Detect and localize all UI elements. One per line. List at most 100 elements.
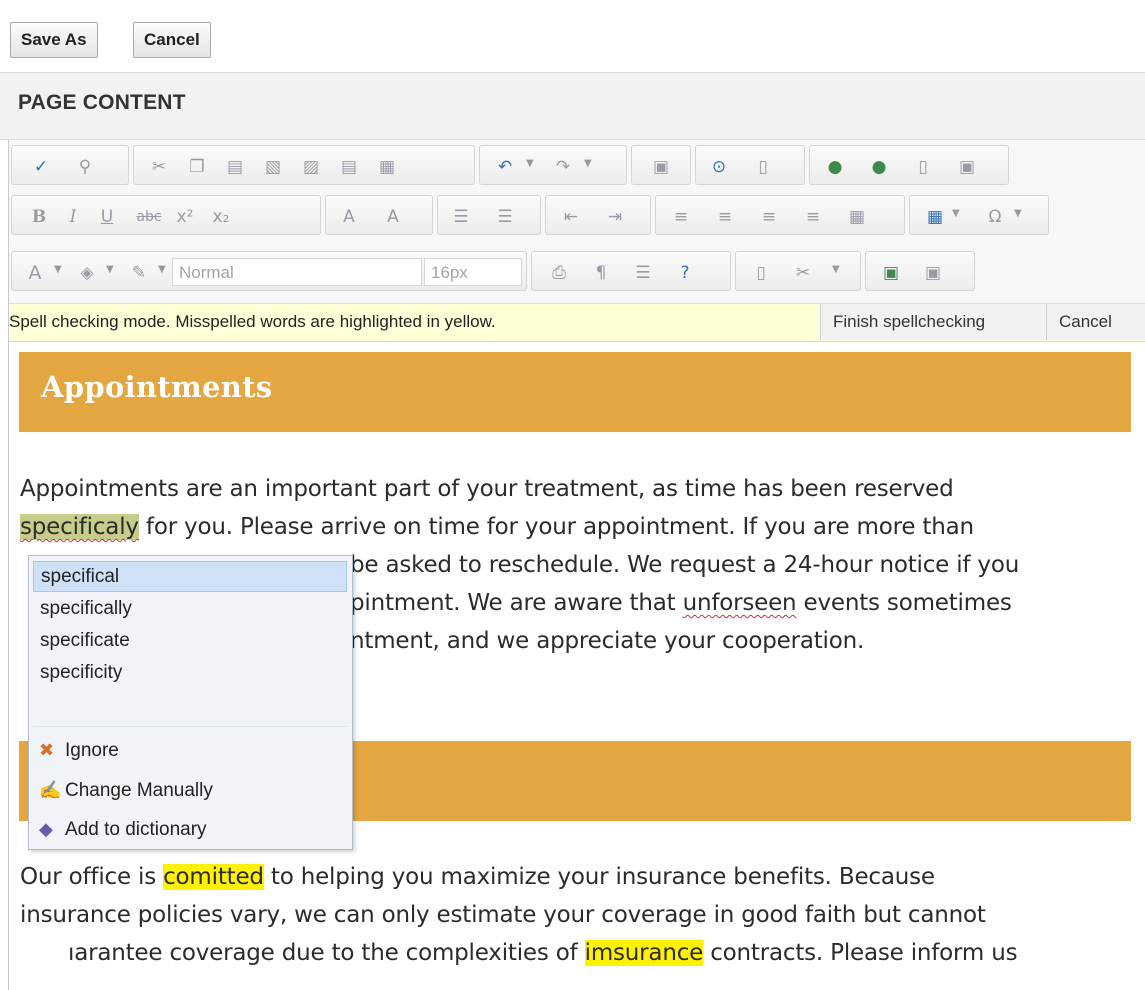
change-manually-label: Change Manually <box>65 780 213 801</box>
gallery-icon[interactable]: ▣ <box>922 262 944 284</box>
pencil-icon: ✍ <box>39 780 62 800</box>
spellcheck-message: Spell checking mode. Misspelled words ar… <box>9 312 496 331</box>
font-size-dropdown[interactable]: 16px <box>424 258 522 286</box>
find-icon[interactable]: ⚲ <box>74 156 96 178</box>
undo-icon[interactable]: ↶ <box>494 156 516 178</box>
font-color-icon[interactable]: A <box>24 262 46 284</box>
anchor-icon[interactable]: ▯ <box>912 156 934 178</box>
toolbar-group-clipboard: ✂ ❐ ▤ ▧ ▨ ▤ ▦ <box>133 145 475 185</box>
spellcheck-icon[interactable]: ✓ <box>30 156 52 178</box>
save-as-button[interactable]: Save As <box>10 22 98 58</box>
change-manually-menu-item[interactable]: ✍ Change Manually <box>39 774 213 806</box>
toolbar-row-1: ✓ ⚲ ✂ ❐ ▤ ▧ ▨ ▤ ▦ ↶ ▼ ↷ ▼ ▣ ⊙ ▯ ● ● ▯ ▣ <box>9 140 1145 190</box>
misspelled-word[interactable]: imsurance <box>584 940 703 966</box>
underline-icon[interactable]: U <box>96 206 118 228</box>
text-segment: for you. Please arrive on time for your … <box>138 514 974 540</box>
strikethrough-icon[interactable]: abc <box>132 206 166 228</box>
superscript-icon[interactable]: x² <box>174 206 196 228</box>
help-icon[interactable]: ? <box>674 262 696 284</box>
toolbar-group-alignment: ≡ ≡ ≡ ≡ ▦ <box>655 195 905 235</box>
convert-upper-icon[interactable]: A <box>382 206 404 228</box>
snippet-dropdown-icon[interactable]: ▼ <box>832 264 840 275</box>
toolbar-row-3: A ▼ ◈ ▼ ✎ ▼ Normal 16px ⎙ ¶ ☰ ? ▯ ✂ ▼ ▣ … <box>9 246 1145 303</box>
text-segment: events sometimes <box>796 590 1012 616</box>
table-dropdown-icon[interactable]: ▼ <box>952 208 960 219</box>
toolbar-group-history: ↶ ▼ ↷ ▼ <box>479 145 627 185</box>
toolbar-group-proofing: ✓ ⚲ <box>11 145 129 185</box>
paste-as-icon[interactable]: ▦ <box>376 156 398 178</box>
outdent-icon[interactable]: ⇤ <box>560 206 582 228</box>
bold-icon[interactable]: B <box>28 206 50 228</box>
font-color-dropdown-icon[interactable]: ▼ <box>54 264 62 275</box>
ignore-menu-item[interactable]: ✖ Ignore <box>39 734 119 766</box>
toolbar-row-2: B I U abc x² x₂ A A ☰ ☰ ⇤ ⇥ ≡ ≡ ≡ ≡ ▦ ▦ … <box>9 190 1145 246</box>
suggestion-item[interactable]: specificity <box>33 657 347 688</box>
cut-icon[interactable]: ✂ <box>148 156 170 178</box>
unlink-icon[interactable]: ● <box>868 156 890 178</box>
undo-dropdown-icon[interactable]: ▼ <box>526 158 534 169</box>
snippet-icon[interactable]: ✂ <box>792 262 814 284</box>
insert-icon[interactable]: ▣ <box>880 262 902 284</box>
redo-icon[interactable]: ↷ <box>552 156 574 178</box>
paste-plain-icon[interactable]: ▤ <box>338 156 360 178</box>
symbol-dropdown-icon[interactable]: ▼ <box>1014 208 1022 219</box>
misspelled-word[interactable]: unforseen <box>683 590 797 616</box>
convert-lower-icon[interactable]: A <box>338 206 360 228</box>
numbered-list-icon[interactable]: ☰ <box>450 206 472 228</box>
image-icon[interactable]: ▣ <box>650 156 672 178</box>
print-icon[interactable]: ⎙ <box>548 262 570 284</box>
document-icon[interactable]: ▯ <box>752 156 774 178</box>
spellcheck-cancel-button[interactable]: Cancel <box>1046 304 1145 340</box>
align-center-icon[interactable]: ≡ <box>714 206 736 228</box>
text-segment: pintment. We are aware that <box>350 590 683 616</box>
justify-icon[interactable]: ≡ <box>802 206 824 228</box>
paste-html-icon[interactable]: ▨ <box>300 156 322 178</box>
dictionary-icon: ◆ <box>39 819 53 839</box>
add-to-dictionary-menu-item[interactable]: ◆ Add to dictionary <box>39 813 207 845</box>
template-icon[interactable]: ▯ <box>750 262 772 284</box>
media-icon[interactable]: ⊙ <box>708 156 730 178</box>
misspelled-word[interactable]: comitted <box>163 864 264 890</box>
finish-spellchecking-button[interactable]: Finish spellchecking <box>820 304 1046 340</box>
paragraph-format-dropdown[interactable]: Normal <box>172 258 422 286</box>
subscript-icon[interactable]: x₂ <box>210 206 232 228</box>
link-icon[interactable]: ● <box>824 156 846 178</box>
text-segment: ntment, and we appreciate your cooperati… <box>350 628 865 654</box>
line-spacing-icon[interactable]: ☰ <box>632 262 654 284</box>
text-line: Our office is comitted to helping you ma… <box>20 858 1130 896</box>
ignore-icon: ✖ <box>39 740 55 760</box>
align-right-icon[interactable]: ≡ <box>758 206 780 228</box>
paragraph-insurance[interactable]: Our office is comitted to helping you ma… <box>20 858 1130 972</box>
menu-separator <box>33 726 347 727</box>
format-brush-dropdown-icon[interactable]: ▼ <box>158 264 166 275</box>
cancel-button[interactable]: Cancel <box>133 22 211 58</box>
table-icon[interactable]: ▦ <box>924 206 946 228</box>
highlight-color-icon[interactable]: ◈ <box>76 262 98 284</box>
toolbar-group-media: ⊙ ▯ <box>695 145 805 185</box>
clear-format-icon[interactable]: ▦ <box>846 206 868 228</box>
misspelled-word[interactable]: specificaly <box>20 514 139 540</box>
paste-word-icon[interactable]: ▧ <box>262 156 284 178</box>
toolbar-group-lists: ☰ ☰ <box>437 195 541 235</box>
suggestion-item[interactable]: specifical <box>33 561 347 592</box>
format-brush-icon[interactable]: ✎ <box>128 262 150 284</box>
redo-dropdown-icon[interactable]: ▼ <box>584 158 592 169</box>
highlight-dropdown-icon[interactable]: ▼ <box>106 264 114 275</box>
heading-band-appointments: Appointments <box>19 352 1131 432</box>
paste-icon[interactable]: ▤ <box>224 156 246 178</box>
bulleted-list-icon[interactable]: ☰ <box>494 206 516 228</box>
toolbar-group-gallery: ▣ ▣ <box>865 251 975 291</box>
copy-icon[interactable]: ❐ <box>186 156 208 178</box>
paragraph-mark-icon[interactable]: ¶ <box>590 262 612 284</box>
suggestion-item[interactable]: specifically <box>33 593 347 624</box>
image-map-icon[interactable]: ▣ <box>956 156 978 178</box>
text-segment: ıarantee coverage due to the complexitie… <box>68 940 585 966</box>
align-left-icon[interactable]: ≡ <box>670 206 692 228</box>
suggestion-item[interactable]: specificate <box>33 625 347 656</box>
indent-icon[interactable]: ⇥ <box>604 206 626 228</box>
italic-icon[interactable]: I <box>62 206 84 228</box>
text-segment: to helping you maximize your insurance b… <box>263 864 935 890</box>
toolbar-group-text-style: B I U abc x² x₂ <box>11 195 321 235</box>
symbol-icon[interactable]: Ω <box>984 206 1006 228</box>
text-line: ıarantee coverage due to the complexitie… <box>20 934 1130 972</box>
